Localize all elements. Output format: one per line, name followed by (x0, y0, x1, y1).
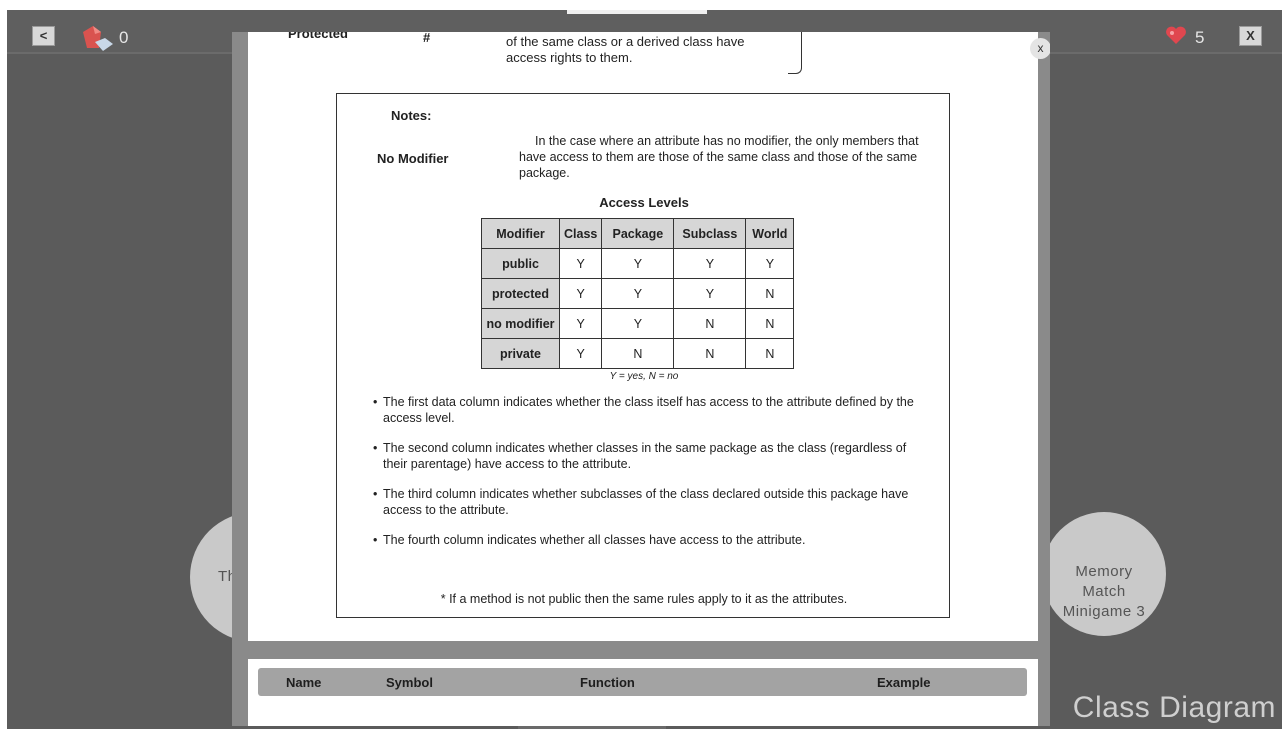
table-cell: N (673, 308, 747, 339)
col-name-header: Name (286, 675, 322, 690)
col-symbol-header: Symbol (386, 675, 433, 690)
header-cell: Subclass (673, 218, 747, 249)
modifier-cell: protected (481, 278, 560, 309)
protected-label: Protected (288, 32, 348, 41)
protected-symbol: # (423, 32, 431, 45)
gem-icon (83, 26, 113, 51)
table-cell: Y (673, 278, 747, 309)
modal-panel: Protected # of the same class or a deriv… (232, 32, 1050, 726)
column-header-row: Name Symbol Function Example (258, 668, 1027, 696)
table-row: private Y N N N (481, 338, 795, 369)
close-game-button[interactable]: X (1239, 26, 1262, 46)
header-cell: Class (558, 218, 603, 249)
protected-description: of the same class or a derived class hav… (506, 34, 745, 65)
modifier-cell: private (481, 338, 560, 369)
table-cell: N (601, 338, 675, 369)
notes-title: Notes: (391, 108, 432, 123)
table-cell: Y (558, 248, 603, 279)
table-cell: Y (745, 248, 795, 279)
back-button[interactable]: < (32, 26, 55, 46)
table-row: public Y Y Y Y (481, 248, 795, 279)
memory-match-label: Memory Match Minigame 3 (1062, 563, 1146, 620)
document-page: Protected # of the same class or a deriv… (248, 32, 1038, 641)
notes-bullet-list: The first data column indicates whether … (373, 394, 933, 562)
col-function-header: Function (580, 675, 635, 690)
list-item: The fourth column indicates whether all … (373, 532, 933, 548)
access-levels-table: Modifier Class Package Subclass World pu… (481, 218, 795, 369)
header-cell: World (745, 218, 795, 249)
access-levels-title: Access Levels (599, 195, 689, 210)
table-cell: N (745, 308, 795, 339)
table-cell: Y (601, 278, 675, 309)
table-legend: Y = yes, N = no (609, 371, 679, 382)
table-cell: Y (673, 248, 747, 279)
table-cell: Y (558, 338, 603, 369)
row-bracket (788, 32, 802, 74)
table-cell: N (745, 278, 795, 309)
table-cell: Y (601, 248, 675, 279)
table-cell: Y (601, 308, 675, 339)
table-header-panel: Name Symbol Function Example (248, 659, 1038, 726)
header-cell: Modifier (481, 218, 560, 249)
table-cell: Y (558, 278, 603, 309)
table-cell: Y (558, 308, 603, 339)
top-deco (567, 10, 707, 14)
table-row: no modifier Y Y N N (481, 308, 795, 339)
list-item: The second column indicates whether clas… (373, 440, 933, 472)
table-cell: N (745, 338, 795, 369)
list-item: The third column indicates whether subcl… (373, 486, 933, 518)
modifier-cell: no modifier (481, 308, 560, 339)
lives-count: 5 (1195, 28, 1205, 47)
game-screen: < 0 5 X The Memory Match Minigame 3 Clas… (7, 10, 1282, 729)
modifier-cell: public (481, 248, 560, 279)
no-modifier-label: No Modifier (377, 151, 449, 166)
gems-count: 0 (119, 28, 129, 47)
header-cell: Package (601, 218, 675, 249)
footnote: * If a method is not public then the sam… (440, 592, 848, 606)
table-header-row: Modifier Class Package Subclass World (481, 218, 795, 249)
close-modal-button[interactable]: x (1030, 38, 1050, 59)
list-item: The first data column indicates whether … (373, 394, 933, 426)
table-row: protected Y Y Y N (481, 278, 795, 309)
table-cell: N (673, 338, 747, 369)
no-modifier-text: In the case where an attribute has no mo… (519, 134, 919, 180)
class-diagram-title: Class Diagram (1072, 691, 1276, 724)
col-example-header: Example (877, 675, 931, 690)
memory-match-button[interactable]: Memory Match Minigame 3 (1042, 512, 1166, 636)
heart-icon (1166, 26, 1186, 44)
notes-box: Notes: No Modifier In the case where an … (336, 93, 950, 618)
